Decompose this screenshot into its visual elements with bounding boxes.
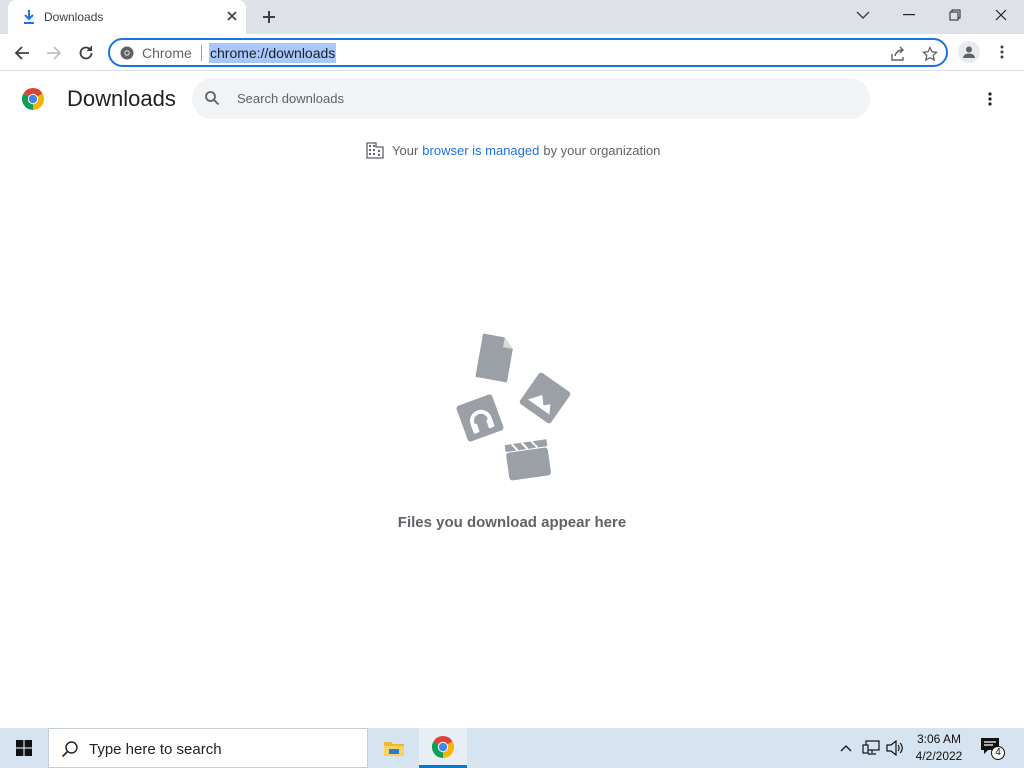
downloads-page: Downloads Search downloads Your browser … <box>0 72 1024 728</box>
new-tab-icon[interactable] <box>260 8 278 26</box>
chevron-up-icon <box>840 745 852 752</box>
image-icon <box>519 372 571 424</box>
browser-menu-button[interactable] <box>994 42 1010 62</box>
start-button[interactable] <box>0 728 48 768</box>
search-downloads-field[interactable]: Search downloads <box>192 78 870 119</box>
taskbar-search-box[interactable]: Type here to search <box>48 728 368 768</box>
video-icon <box>504 439 551 481</box>
chrome-icon <box>120 46 134 60</box>
more-vert-icon <box>988 92 992 106</box>
windows-logo-icon <box>16 740 32 756</box>
bookmark-button[interactable] <box>921 45 939 63</box>
audio-icon <box>456 394 504 442</box>
tab-search-button[interactable] <box>840 0 886 30</box>
building-icon <box>366 142 384 159</box>
back-arrow-icon <box>14 46 29 60</box>
tab-downloads[interactable]: Downloads <box>8 0 246 34</box>
address-bar[interactable]: Chrome chrome://downloads <box>108 38 948 67</box>
folder-icon <box>384 742 404 756</box>
managed-prefix: Your <box>392 142 419 158</box>
restore-icon <box>949 9 961 21</box>
taskbar-search-placeholder: Type here to search <box>89 741 222 758</box>
search-icon <box>61 741 78 758</box>
taskbar-clock[interactable]: 3:06 AM 4/2/2022 <box>908 731 970 765</box>
empty-state-message: Files you download appear here <box>397 514 627 531</box>
chevron-down-icon <box>856 11 870 19</box>
network-button[interactable] <box>861 738 881 758</box>
avatar-icon <box>963 46 975 58</box>
file-explorer-taskbar-button[interactable] <box>370 728 418 768</box>
tab-strip: Downloads <box>0 0 1024 34</box>
forward-button[interactable] <box>41 40 67 66</box>
clock-date: 4/2/2022 <box>915 749 963 763</box>
share-icon <box>891 46 904 61</box>
minimize-icon <box>903 14 915 16</box>
profile-button[interactable] <box>958 41 980 63</box>
back-button[interactable] <box>9 40 35 66</box>
restore-button[interactable] <box>932 0 978 30</box>
managed-link[interactable]: browser is managed <box>422 143 539 158</box>
star-icon <box>922 46 938 62</box>
chip-separator <box>201 45 202 61</box>
close-tab-icon[interactable] <box>224 8 240 24</box>
notification-count-badge: 4 <box>991 746 1005 760</box>
clock-time: 3:06 AM <box>916 732 962 746</box>
close-icon <box>995 9 1007 21</box>
volume-button[interactable] <box>885 738 905 758</box>
search-placeholder: Search downloads <box>237 91 344 106</box>
share-button[interactable] <box>889 45 907 63</box>
minimize-button[interactable] <box>886 0 932 30</box>
speaker-icon <box>886 740 903 756</box>
page-title: Downloads <box>67 86 176 111</box>
managed-suffix: by your organization <box>543 142 661 158</box>
more-vert-icon <box>1000 45 1004 59</box>
close-window-button[interactable] <box>978 0 1024 30</box>
empty-downloads-illustration <box>456 333 571 481</box>
toolbar: Chrome chrome://downloads <box>0 34 1024 71</box>
search-icon <box>205 91 220 106</box>
taskbar: Type here to search 3:06 AM 4/2/2022 4 <box>0 728 1024 768</box>
forward-arrow-icon <box>47 46 62 60</box>
show-hidden-icons-button[interactable] <box>836 738 856 758</box>
network-icon <box>862 740 880 755</box>
reload-button[interactable] <box>73 40 99 66</box>
chrome-icon <box>431 735 455 758</box>
security-chip-label: Chrome <box>142 45 192 61</box>
chrome-taskbar-button[interactable] <box>419 728 467 768</box>
managed-notice: Your browser is managed by your organiza… <box>366 141 660 159</box>
reload-icon <box>79 46 93 60</box>
action-center-button[interactable]: 4 <box>980 737 1006 761</box>
chrome-logo-icon <box>21 88 45 110</box>
downloads-menu-button[interactable] <box>980 88 1000 110</box>
url-text[interactable]: chrome://downloads <box>209 43 337 63</box>
document-icon <box>475 333 513 383</box>
tab-title: Downloads <box>44 10 104 24</box>
download-icon <box>24 10 34 24</box>
